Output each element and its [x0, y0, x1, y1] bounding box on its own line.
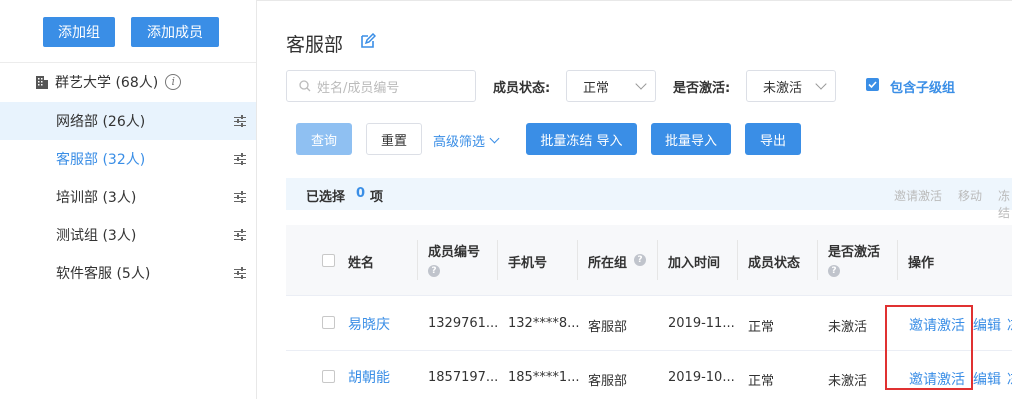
top-border [256, 0, 1012, 1]
sidebar-item-label: 测试组 (3人) [56, 228, 137, 244]
batch-import-button[interactable]: 批量导入 [651, 123, 731, 155]
selection-prefix: 已选择 [306, 190, 346, 205]
settings-sliders-icon[interactable] [234, 153, 246, 165]
header-member-id: 成员编号 [428, 245, 481, 260]
cell-join-time: 2019-10... [668, 370, 735, 385]
sidebar-item-label: 软件客服 (5人) [56, 266, 151, 282]
cell-group: 客服部 [588, 320, 628, 335]
selection-bar: 已选择 0 项 邀请激活 移动 冻结 [286, 178, 1012, 220]
header-join-time: 加入时间 [668, 256, 721, 271]
chevron-down-icon [489, 133, 500, 144]
add-group-button[interactable]: 添加组 [43, 17, 115, 47]
settings-sliders-icon[interactable] [234, 191, 246, 203]
member-name-link[interactable]: 易晓庆 [348, 314, 390, 334]
edit-link[interactable]: 编辑 [973, 369, 1001, 389]
cell-status: 正常 [748, 374, 775, 389]
column-divider [497, 240, 498, 280]
help-icon[interactable]: ? [634, 254, 646, 266]
row-checkbox[interactable] [322, 316, 335, 329]
sidebar: 添加组 添加成员 群艺大学 (68人) i 网络部 (26人) 客服部 (32人… [0, 0, 257, 399]
export-button[interactable]: 导出 [745, 123, 801, 155]
select-all-checkbox[interactable] [322, 254, 335, 267]
header-group: 所在组 [588, 256, 628, 271]
member-name-link[interactable]: 胡朝能 [348, 367, 390, 387]
sidebar-item-label: 网络部 (26人) [56, 114, 146, 130]
selection-suffix: 项 [370, 190, 384, 205]
sidebar-item-network[interactable]: 网络部 (26人) [0, 102, 256, 140]
sidebar-divider [0, 62, 256, 63]
edit-icon[interactable] [360, 33, 376, 49]
org-root-label: 群艺大学 (68人) [55, 75, 159, 91]
search-placeholder: 姓名/成员编号 [317, 80, 400, 96]
batch-freeze-import-button[interactable]: 批量冻结 导入 [526, 123, 637, 155]
chevron-down-icon [815, 78, 827, 90]
advanced-filter-label: 高级筛选 [433, 135, 486, 150]
activated-filter-label: 是否激活: [673, 81, 731, 96]
sidebar-item-testing[interactable]: 测试组 (3人) [0, 216, 256, 254]
cell-activated: 未激活 [828, 374, 868, 389]
header-phone: 手机号 [508, 256, 548, 271]
selection-count: 0 [356, 186, 366, 201]
advanced-filter-toggle[interactable]: 高级筛选 [433, 131, 500, 150]
column-divider [897, 240, 898, 280]
highlight-box [885, 305, 973, 390]
column-divider [737, 240, 738, 280]
include-subgroup-label[interactable]: 包含子级组 [890, 77, 955, 96]
sidebar-item-customer-service[interactable]: 客服部 (32人) [0, 140, 256, 178]
status-select-value: 正常 [583, 80, 610, 96]
column-divider [577, 240, 578, 280]
chevron-down-icon [635, 78, 647, 90]
include-subgroup-checkbox[interactable] [866, 78, 879, 91]
cell-phone: 132****8... [508, 316, 580, 331]
freeze-link[interactable]: 冻 [1007, 315, 1012, 335]
search-icon [299, 80, 311, 92]
org-root[interactable]: 群艺大学 (68人) i [36, 70, 182, 94]
settings-sliders-icon[interactable] [234, 267, 246, 279]
freeze-link[interactable]: 冻 [1007, 369, 1012, 389]
cell-member-id: 1329761... [428, 316, 499, 331]
sidebar-item-training[interactable]: 培训部 (3人) [0, 178, 256, 216]
sidebar-item-software-support[interactable]: 软件客服 (5人) [0, 254, 256, 292]
status-select[interactable]: 正常 [566, 70, 656, 102]
column-divider [417, 240, 418, 280]
table-header [286, 225, 1012, 296]
cell-status: 正常 [748, 320, 775, 335]
check-icon [868, 81, 877, 89]
edit-link[interactable]: 编辑 [973, 315, 1001, 335]
reset-button[interactable]: 重置 [366, 123, 422, 155]
bulk-invite-button[interactable]: 邀请激活 [894, 187, 942, 204]
bulk-move-button[interactable]: 移动 [958, 187, 982, 204]
sidebar-item-label: 培训部 (3人) [56, 190, 137, 206]
settings-sliders-icon[interactable] [234, 115, 246, 127]
header-operations: 操作 [908, 256, 935, 271]
bulk-freeze-button[interactable]: 冻结 [998, 187, 1012, 221]
header-activated: 是否激活 [828, 245, 881, 260]
column-divider [817, 240, 818, 280]
page-title: 客服部 [286, 34, 344, 56]
search-input[interactable]: 姓名/成员编号 [286, 70, 476, 102]
cell-group: 客服部 [588, 374, 628, 389]
header-status: 成员状态 [748, 256, 801, 271]
add-member-button[interactable]: 添加成员 [131, 17, 219, 47]
status-filter-label: 成员状态: [493, 81, 551, 96]
sidebar-item-label: 客服部 (32人) [56, 152, 146, 168]
settings-sliders-icon[interactable] [234, 229, 246, 241]
cell-activated: 未激活 [828, 320, 868, 335]
column-divider [657, 240, 658, 280]
help-icon[interactable]: ? [428, 265, 440, 277]
cell-join-time: 2019-11... [668, 316, 735, 331]
cell-member-id: 1857197... [428, 370, 499, 385]
query-button[interactable]: 查询 [296, 123, 352, 155]
row-checkbox[interactable] [322, 370, 335, 383]
activated-select-value: 未激活 [763, 80, 803, 96]
help-icon[interactable]: ? [828, 265, 840, 277]
info-icon[interactable]: i [165, 74, 182, 90]
building-icon [36, 76, 48, 89]
header-name: 姓名 [348, 256, 375, 271]
activated-select[interactable]: 未激活 [746, 70, 836, 102]
cell-phone: 185****1... [508, 370, 580, 385]
